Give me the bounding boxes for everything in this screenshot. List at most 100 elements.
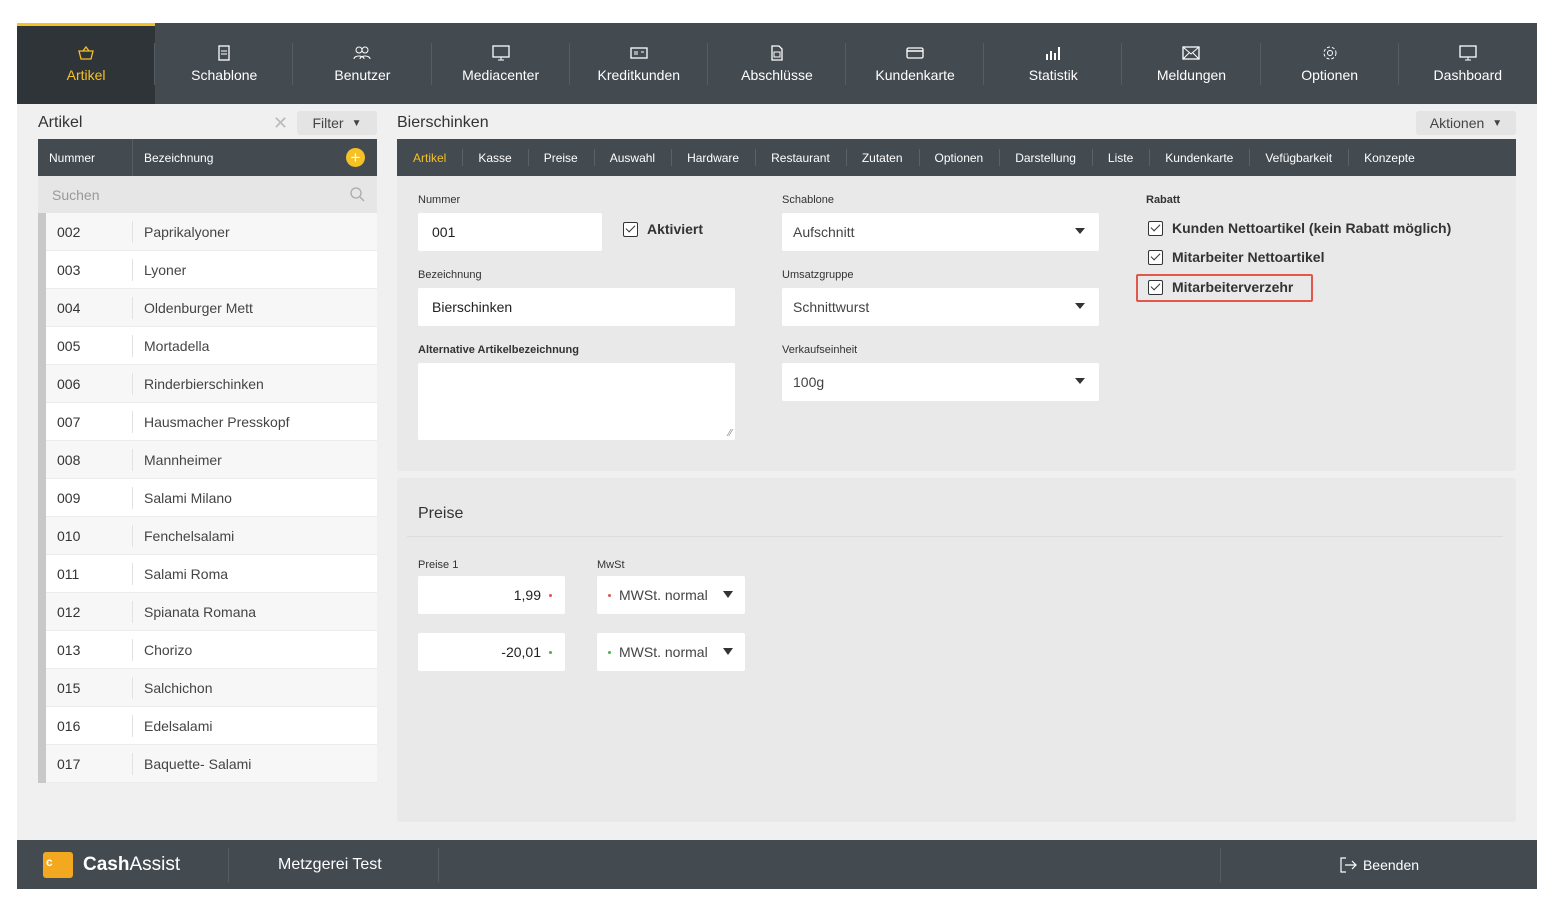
- verkaufseinheit-label: Verkaufseinheit: [782, 344, 858, 356]
- list-item[interactable]: 010 Fenchelsalami: [38, 516, 377, 555]
- nav-tab-kundenkarte[interactable]: Kundenkarte: [846, 23, 985, 104]
- filter-button[interactable]: Filter ▼: [297, 111, 377, 135]
- divider: [407, 536, 1503, 537]
- tab-vefügbarkeit[interactable]: Vefügbarkeit: [1249, 139, 1348, 176]
- nav-tab-label: Kreditkunden: [597, 66, 681, 83]
- mwst-select[interactable]: MWSt. normal: [597, 576, 745, 614]
- tab-preise[interactable]: Preise: [527, 139, 594, 176]
- row-indicator: [38, 630, 46, 669]
- actions-button[interactable]: Aktionen ▼: [1416, 111, 1516, 135]
- list-item[interactable]: 007 Hausmacher Presskopf: [38, 402, 377, 441]
- monitor-icon: [491, 44, 510, 60]
- list-item[interactable]: 013 Chorizo: [38, 630, 377, 669]
- item-number: 010: [46, 524, 133, 547]
- kunden-nettoartikel-checkbox[interactable]: Kunden Nettoartikel (kein Rabatt möglich…: [1148, 220, 1451, 236]
- item-name: Chorizo: [144, 641, 193, 658]
- list-item[interactable]: 002 Paprikalyoner: [38, 212, 377, 251]
- list-item[interactable]: 012 Spianata Romana: [38, 592, 377, 631]
- bezeichnung-field[interactable]: Bierschinken: [418, 288, 735, 326]
- item-number: 007: [46, 410, 133, 433]
- list-item[interactable]: 016 Edelsalami: [38, 706, 377, 745]
- list-item[interactable]: 011 Salami Roma: [38, 554, 377, 593]
- column-name[interactable]: Bezeichnung: [133, 151, 346, 165]
- column-number[interactable]: Nummer: [38, 139, 133, 176]
- add-article-button[interactable]: +: [346, 148, 365, 167]
- row-indicator: [38, 440, 46, 479]
- list-item[interactable]: 009 Salami Milano: [38, 478, 377, 517]
- tab-restaurant[interactable]: Restaurant: [755, 139, 846, 176]
- gear-icon: [1323, 46, 1337, 59]
- nav-tab-mediacenter[interactable]: Mediacenter: [432, 23, 570, 104]
- list-item[interactable]: 008 Mannheimer: [38, 440, 377, 479]
- list-item[interactable]: 005 Mortadella: [38, 326, 377, 365]
- nav-tab-benutzer[interactable]: Benutzer: [293, 23, 432, 104]
- item-name: Mannheimer: [144, 451, 222, 468]
- dropdown-arrow-icon: [723, 648, 733, 655]
- status-dot-icon: [549, 651, 552, 654]
- nummer-field[interactable]: 001: [418, 213, 602, 251]
- list-item[interactable]: 015 Salchichon: [38, 668, 377, 707]
- nav-tab-dashboard[interactable]: Dashboard: [1399, 23, 1537, 104]
- tab-darstellung[interactable]: Darstellung: [999, 139, 1092, 176]
- nav-tab-label: Dashboard: [1433, 66, 1503, 83]
- price-field[interactable]: -20,01: [418, 633, 565, 671]
- clear-filter-icon[interactable]: ✕: [273, 114, 289, 132]
- item-name: Baquette- Salami: [144, 755, 252, 772]
- mwst-value: MWSt. normal: [619, 644, 708, 660]
- mwst-select[interactable]: MWSt. normal: [597, 633, 745, 671]
- mitarbeiter-nettoartikel-checkbox[interactable]: Mitarbeiter Nettoartikel: [1148, 249, 1324, 265]
- logout-button[interactable]: Beenden: [1221, 857, 1537, 873]
- row-indicator: [38, 478, 46, 517]
- aktiviert-checkbox[interactable]: Aktiviert: [623, 221, 703, 237]
- detail-header-bar: Bierschinken Aktionen ▼: [397, 107, 1516, 139]
- detail-title: Bierschinken: [397, 114, 489, 131]
- tab-zutaten[interactable]: Zutaten: [845, 139, 919, 176]
- verkaufseinheit-select[interactable]: 100g: [782, 363, 1099, 401]
- nav-tab-statistik[interactable]: Statistik: [984, 23, 1123, 104]
- nav-tab-meldungen[interactable]: Meldungen: [1122, 23, 1261, 104]
- status-dot-icon: [608, 651, 611, 654]
- highlight-box: [1136, 274, 1313, 302]
- item-number: 005: [46, 334, 133, 357]
- search-input[interactable]: Suchen: [38, 176, 377, 213]
- list-item[interactable]: 006 Rinderbierschinken: [38, 364, 377, 403]
- tab-kundenkarte[interactable]: Kundenkarte: [1149, 139, 1249, 176]
- tab-konzepte[interactable]: Konzepte: [1348, 139, 1431, 176]
- item-name: Fenchelsalami: [144, 527, 235, 544]
- list-item[interactable]: 003 Lyoner: [38, 250, 377, 289]
- file-icon: [771, 44, 783, 61]
- row-indicator: [38, 554, 46, 593]
- article-detail-panel: Bierschinken Aktionen ▼ Artikel Kasse Prei…: [397, 107, 1516, 822]
- tab-liste[interactable]: Liste: [1091, 139, 1149, 176]
- tab-hardware[interactable]: Hardware: [671, 139, 755, 176]
- alt-bezeichnung-textarea[interactable]: ⁄⁄: [418, 363, 735, 440]
- checkbox-label: Mitarbeiter Nettoartikel: [1172, 249, 1325, 265]
- nav-tab-kreditkunden[interactable]: Kreditkunden: [570, 23, 708, 104]
- list-item[interactable]: 004 Oldenburger Mett: [38, 288, 377, 327]
- tab-auswahl[interactable]: Auswahl: [593, 139, 671, 176]
- nav-tab-schablone[interactable]: Schablone: [155, 23, 294, 104]
- rabatt-label: Rabatt: [1146, 194, 1181, 206]
- nav-tab-artikel[interactable]: Artikel: [17, 23, 156, 104]
- tab-optionen[interactable]: Optionen: [918, 139, 1000, 176]
- nav-tab-abschluesse[interactable]: Abschlüsse: [708, 23, 847, 104]
- monitor-icon: [1459, 44, 1477, 60]
- umsatzgruppe-select[interactable]: Schnittwurst: [782, 288, 1099, 326]
- row-indicator: [38, 212, 46, 251]
- tab-kasse[interactable]: Kasse: [462, 139, 527, 176]
- chevron-down-icon: ▼: [351, 117, 362, 129]
- price-field[interactable]: 1,99: [418, 576, 565, 614]
- document-icon: [218, 44, 230, 61]
- app-window: Artikel Schablone Benutzer Mediacenter K…: [17, 23, 1537, 889]
- tab-artikel[interactable]: Artikel: [397, 139, 462, 176]
- umsatzgruppe-value: Schnittwurst: [793, 299, 870, 315]
- checkbox-checked-icon: [1148, 220, 1163, 236]
- nav-tab-label: Kundenkarte: [875, 66, 955, 83]
- list-item[interactable]: 017 Baquette- Salami: [38, 744, 377, 783]
- schablone-select[interactable]: Aufschnitt: [782, 213, 1099, 251]
- row-indicator: [38, 516, 46, 555]
- status-dot-icon: [549, 594, 552, 597]
- resize-handle-icon[interactable]: ⁄⁄: [729, 428, 732, 439]
- nav-tab-optionen[interactable]: Optionen: [1261, 23, 1399, 104]
- bottom-spacer: [439, 847, 1221, 882]
